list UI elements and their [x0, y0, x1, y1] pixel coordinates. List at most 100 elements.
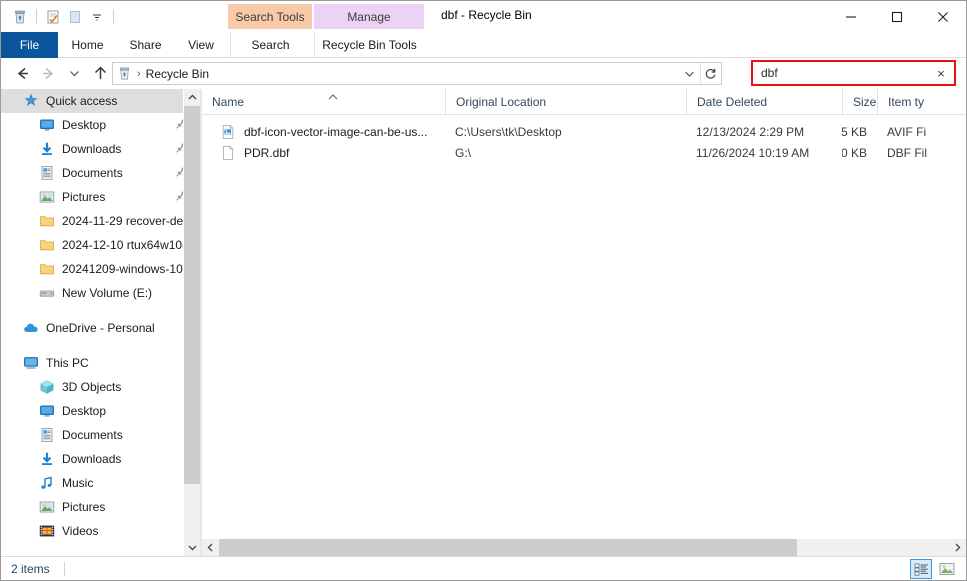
sidebar-item-videos[interactable]: Videos	[1, 519, 200, 543]
horizontal-scrollbar[interactable]	[202, 539, 966, 556]
sidebar-group-spacer	[1, 340, 200, 351]
folder-icon	[39, 237, 55, 253]
tab-search[interactable]: Search	[230, 32, 310, 58]
cell-item-type: AVIF Fi	[877, 121, 966, 142]
sidebar-item-label: Pictures	[62, 500, 105, 514]
column-header-row: Name Original Location Date Deleted SizeIte…	[202, 89, 966, 115]
sidebar-item-music[interactable]: Music	[1, 471, 200, 495]
back-button[interactable]	[9, 61, 35, 87]
search-input[interactable]: dbf ×	[751, 60, 956, 86]
folder-icon	[39, 261, 55, 277]
sidebar-item-20241209-windows-10-d[interactable]: 20241209-windows-10-d	[1, 257, 200, 281]
folder-icon	[39, 213, 55, 229]
sidebar-item-onedrive-personal[interactable]: OneDrive - Personal	[1, 316, 200, 340]
sidebar-item-label: 2024-11-29 recover-dele	[62, 214, 193, 228]
cell-text: DBF Fil	[887, 146, 927, 160]
explorer-body: Quick access Desktop Downloads Documents Pic…	[1, 89, 966, 556]
sidebar-item-desktop[interactable]: Desktop	[1, 399, 200, 423]
hscroll-thumb[interactable]	[219, 539, 797, 556]
sidebar-item-downloads[interactable]: Downloads	[1, 137, 200, 161]
sidebar-item-desktop[interactable]: Desktop	[1, 113, 200, 137]
cell-text: 12/13/2024 2:29 PM	[696, 125, 804, 139]
customize-icon[interactable]	[86, 6, 108, 28]
scroll-up-icon[interactable]	[184, 89, 200, 106]
hscroll-track[interactable]	[219, 539, 949, 556]
sidebar-item-label: Downloads	[62, 142, 121, 156]
sidebar-item-label: Pictures	[62, 190, 105, 204]
downloads-icon	[39, 451, 55, 467]
large-icons-view-button[interactable]	[936, 559, 958, 579]
maximize-button[interactable]	[874, 1, 920, 32]
scroll-left-icon[interactable]	[202, 539, 219, 556]
scroll-down-icon[interactable]	[184, 539, 200, 556]
sidebar-item-2024-12-10-rtux64w10-sy[interactable]: 2024-12-10 rtux64w10-sy	[1, 233, 200, 257]
cell-name: PDR.dbf	[202, 142, 445, 163]
folder-icon[interactable]	[64, 6, 86, 28]
address-bar[interactable]: › Recycle Bin	[112, 62, 722, 85]
close-icon[interactable]: ×	[928, 62, 954, 84]
cell-text: AVIF Fi	[887, 125, 926, 139]
sidebar-item-documents[interactable]: Documents	[1, 161, 200, 185]
documents-icon	[39, 427, 55, 443]
cell-date-deleted: 12/13/2024 2:29 PM	[686, 121, 842, 142]
column-header-label: Original Location	[456, 95, 546, 109]
desktop-icon	[39, 403, 55, 419]
toolbar-divider	[36, 9, 37, 24]
recycle-bin-icon[interactable]	[9, 6, 31, 28]
column-header-label: Size	[853, 95, 876, 109]
window-controls	[828, 1, 966, 32]
sidebar-scrollbar[interactable]	[183, 89, 200, 556]
breadcrumb-separator[interactable]: ›	[137, 68, 141, 80]
column-header-date-deleted[interactable]: Date Deleted	[686, 89, 842, 115]
sidebar-item-quick-access[interactable]: Quick access	[1, 89, 200, 113]
sidebar-item-label: Quick access	[46, 94, 117, 108]
forward-button[interactable]	[35, 61, 61, 87]
tab-view[interactable]: View	[174, 32, 228, 58]
search-value[interactable]: dbf	[753, 66, 928, 80]
cell-size: 5 KB	[842, 121, 877, 142]
3d-objects-icon	[39, 379, 55, 395]
sidebar-item-2024-11-29-recover-dele[interactable]: 2024-11-29 recover-dele	[1, 209, 200, 233]
cell-size: 10 KB	[842, 142, 877, 163]
desktop-icon	[39, 117, 55, 133]
address-dropdown-icon[interactable]	[679, 63, 699, 84]
close-button[interactable]	[920, 1, 966, 32]
details-view-button[interactable]	[910, 559, 932, 579]
sidebar-item-label: Downloads	[62, 452, 121, 466]
recent-locations-button[interactable]	[61, 61, 87, 87]
column-header-item-ty[interactable]: Item ty	[877, 89, 966, 115]
file-rows: dbf-icon-vector-image-can-be-us...C:\Use…	[202, 121, 966, 163]
column-header-name[interactable]: Name	[202, 89, 445, 115]
avif-image-file-icon	[220, 124, 236, 140]
tab-home[interactable]: Home	[58, 32, 117, 58]
up-button[interactable]	[87, 61, 113, 87]
tab-recycle-bin-tools[interactable]: Recycle Bin Tools	[314, 32, 424, 58]
table-row[interactable]: dbf-icon-vector-image-can-be-us...C:\Use…	[202, 121, 966, 142]
minimize-button[interactable]	[828, 1, 874, 32]
documents-icon	[39, 165, 55, 181]
sidebar-item-label: OneDrive - Personal	[46, 321, 155, 335]
breadcrumb-current[interactable]: Recycle Bin	[146, 67, 209, 81]
sidebar-item-new-volume-e[interactable]: New Volume (E:)	[1, 281, 200, 305]
sidebar-item-this-pc[interactable]: This PC	[1, 351, 200, 375]
sidebar-item-documents[interactable]: Documents	[1, 423, 200, 447]
refresh-icon[interactable]	[700, 63, 720, 84]
sidebar-item-pictures[interactable]: Pictures	[1, 185, 200, 209]
sidebar-item-label: Documents	[62, 166, 123, 180]
column-header-original-location[interactable]: Original Location	[445, 89, 686, 115]
onedrive-icon	[23, 320, 39, 336]
sidebar-item-label: 3D Objects	[62, 380, 121, 394]
status-bar: 2 items	[1, 556, 966, 580]
scroll-right-icon[interactable]	[949, 539, 966, 556]
sidebar-scroll-thumb[interactable]	[184, 106, 200, 484]
properties-icon[interactable]	[42, 6, 64, 28]
column-header-size[interactable]: Size	[842, 89, 877, 115]
sidebar-item-3d-objects[interactable]: 3D Objects	[1, 375, 200, 399]
sort-ascending-icon	[328, 92, 338, 102]
sidebar-item-pictures[interactable]: Pictures	[1, 495, 200, 519]
tab-share[interactable]: Share	[117, 32, 174, 58]
table-row[interactable]: PDR.dbfG:\11/26/2024 10:19 AM10 KBDBF Fi…	[202, 142, 966, 163]
sidebar-item-downloads[interactable]: Downloads	[1, 447, 200, 471]
tab-file[interactable]: File	[1, 32, 58, 58]
sidebar-item-label: This PC	[46, 356, 89, 370]
